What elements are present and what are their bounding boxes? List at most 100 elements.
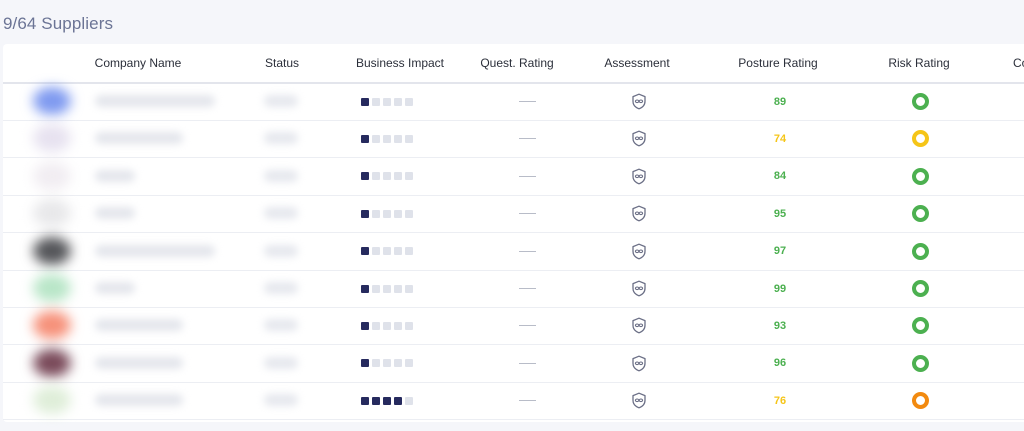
company-logo bbox=[33, 386, 71, 415]
impact-square bbox=[405, 396, 413, 405]
shield-mask-icon[interactable] bbox=[630, 345, 648, 382]
table-row[interactable]: 84 bbox=[3, 158, 1024, 196]
quest-rating-empty bbox=[519, 325, 536, 327]
status-redacted bbox=[264, 319, 298, 332]
risk-rating-indicator bbox=[911, 345, 929, 382]
header-quest-rating[interactable]: Quest. Rating bbox=[480, 56, 553, 70]
table-row[interactable]: 74 bbox=[3, 120, 1024, 159]
posture-rating-value: 95 bbox=[773, 207, 787, 220]
company-name-redacted[interactable] bbox=[95, 132, 183, 145]
business-impact-indicator bbox=[361, 382, 413, 419]
company-name-redacted[interactable] bbox=[95, 282, 135, 294]
posture-rating-value: 93 bbox=[773, 319, 787, 332]
company-logo bbox=[33, 348, 71, 377]
quest-rating-empty bbox=[519, 288, 536, 289]
company-name-redacted[interactable] bbox=[95, 244, 215, 257]
impact-square bbox=[405, 209, 413, 218]
impact-square bbox=[405, 134, 413, 143]
company-logo bbox=[33, 311, 71, 340]
impact-square bbox=[361, 172, 369, 181]
impact-square bbox=[361, 97, 369, 106]
company-logo bbox=[33, 87, 71, 115]
table-row[interactable]: 93 bbox=[3, 307, 1024, 346]
impact-square bbox=[372, 97, 380, 106]
page-title: 9/64 Suppliers bbox=[3, 14, 114, 33]
header-business-impact[interactable]: Business Impact bbox=[356, 56, 444, 70]
impact-square bbox=[383, 97, 391, 106]
shield-mask-icon[interactable] bbox=[630, 83, 648, 120]
table-row[interactable]: 97 bbox=[3, 233, 1024, 271]
table-row[interactable]: 76 bbox=[3, 382, 1024, 421]
impact-square bbox=[361, 396, 369, 405]
posture-rating-value: 76 bbox=[773, 394, 787, 407]
impact-square bbox=[372, 209, 380, 218]
status-redacted bbox=[264, 244, 298, 257]
impact-square bbox=[383, 284, 391, 293]
impact-square bbox=[405, 284, 413, 293]
table-row[interactable]: 89 bbox=[3, 83, 1024, 121]
impact-square bbox=[361, 209, 369, 218]
company-logo bbox=[33, 161, 71, 190]
status-redacted bbox=[264, 132, 298, 145]
shield-mask-icon[interactable] bbox=[630, 195, 648, 232]
shield-mask-icon[interactable] bbox=[630, 307, 648, 344]
company-logo bbox=[33, 274, 71, 302]
impact-square bbox=[372, 359, 380, 368]
header-assessment[interactable]: Assessment bbox=[604, 56, 669, 70]
business-impact-indicator bbox=[361, 195, 413, 232]
status-redacted bbox=[264, 282, 298, 294]
table-row[interactable]: 95 bbox=[3, 195, 1024, 234]
impact-square bbox=[394, 284, 402, 293]
header-status[interactable]: Status bbox=[265, 56, 299, 70]
company-name-redacted[interactable] bbox=[95, 356, 183, 369]
shield-mask-icon[interactable] bbox=[630, 382, 648, 419]
shield-mask-icon[interactable] bbox=[630, 120, 648, 157]
impact-square bbox=[383, 209, 391, 218]
business-impact-indicator bbox=[361, 233, 413, 270]
risk-ring-icon bbox=[911, 354, 929, 372]
impact-square bbox=[394, 172, 402, 181]
risk-ring-icon bbox=[911, 392, 929, 410]
impact-square bbox=[394, 209, 402, 218]
impact-square bbox=[372, 134, 380, 143]
business-impact-indicator bbox=[361, 307, 413, 344]
header-company-name[interactable]: Company Name bbox=[95, 56, 182, 70]
company-name-redacted[interactable] bbox=[95, 207, 135, 220]
risk-ring-icon bbox=[911, 242, 929, 260]
status-redacted bbox=[264, 169, 298, 182]
impact-square bbox=[372, 247, 380, 256]
impact-square bbox=[372, 172, 380, 181]
risk-rating-indicator bbox=[911, 270, 929, 307]
impact-square bbox=[405, 172, 413, 181]
shield-mask-icon[interactable] bbox=[630, 270, 648, 307]
shield-mask-icon[interactable] bbox=[630, 233, 648, 270]
impact-square bbox=[394, 97, 402, 106]
risk-ring-icon bbox=[911, 130, 929, 148]
company-name-redacted[interactable] bbox=[95, 169, 135, 182]
shield-mask-icon[interactable] bbox=[630, 158, 648, 195]
company-name-redacted[interactable] bbox=[95, 95, 215, 107]
impact-square bbox=[383, 172, 391, 181]
company-name-redacted[interactable] bbox=[95, 319, 183, 332]
business-impact-indicator bbox=[361, 83, 413, 120]
risk-ring-icon bbox=[911, 280, 929, 297]
table-row[interactable]: 96 bbox=[3, 345, 1024, 383]
risk-ring-icon bbox=[911, 317, 929, 335]
quest-rating-empty bbox=[519, 362, 536, 364]
company-name-redacted[interactable] bbox=[95, 394, 183, 407]
header-cut-off-column[interactable]: Co bbox=[1013, 56, 1024, 70]
status-redacted bbox=[264, 356, 298, 369]
impact-square bbox=[405, 97, 413, 106]
impact-square bbox=[383, 134, 391, 143]
risk-rating-indicator bbox=[911, 233, 929, 270]
risk-ring-icon bbox=[911, 93, 929, 110]
quest-rating-empty bbox=[519, 101, 536, 102]
risk-rating-indicator bbox=[911, 382, 929, 419]
impact-square bbox=[383, 247, 391, 256]
header-risk-rating[interactable]: Risk Rating bbox=[888, 56, 949, 70]
impact-square bbox=[405, 247, 413, 256]
business-impact-indicator bbox=[361, 345, 413, 382]
risk-rating-indicator bbox=[911, 307, 929, 344]
header-posture-rating[interactable]: Posture Rating bbox=[738, 56, 817, 70]
table-row[interactable]: 99 bbox=[3, 270, 1024, 308]
